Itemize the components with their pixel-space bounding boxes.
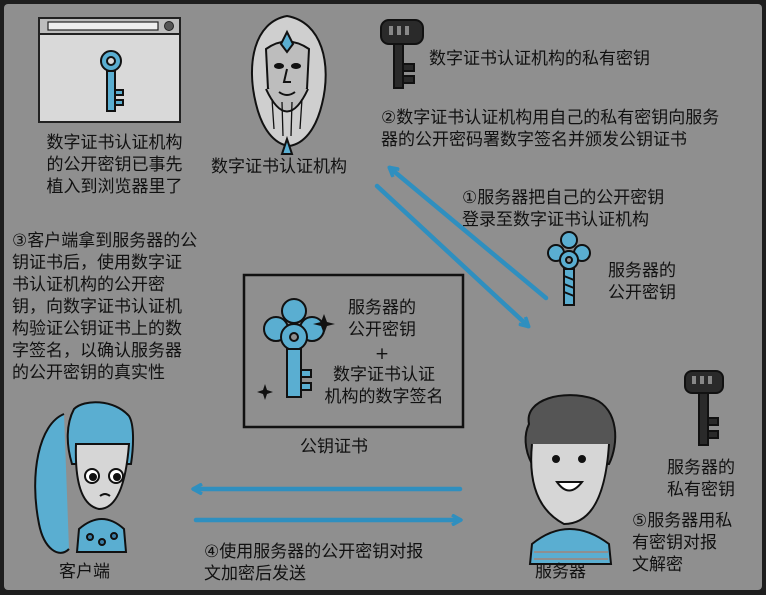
server-label: 服务器 <box>535 562 586 582</box>
cert-label: 公钥证书 <box>300 437 368 457</box>
ca-name: 数字证书认证机构 <box>211 157 347 177</box>
client-person-icon <box>34 401 135 554</box>
step2-text: ②数字证书认证机构用自己的私有密钥向服务 器的公开密码署数字签名并颁发公钥证书 <box>381 108 720 150</box>
server-public-key-label: 服务器的 公开密钥 <box>608 261 676 303</box>
diagram-canvas: 数字证书认证机构 的公开密钥已事先 植入到浏览器里了 数字证书认证机构 数字证书… <box>4 4 762 590</box>
client-label: 客户端 <box>59 562 110 582</box>
cert-content-key: 服务器的 公开密钥 <box>348 298 416 340</box>
step4-text: ④使用服务器的公开密钥对报 文加密后发送 <box>204 542 424 584</box>
browser-note: 数字证书认证机构 的公开密钥已事先 植入到浏览器里了 <box>46 133 183 197</box>
cert-content-signature: 数字证书认证 机构的数字签名 <box>324 365 444 407</box>
server-public-key-icon <box>547 231 591 306</box>
server-private-key-label: 服务器的 私有密钥 <box>667 458 735 500</box>
step1-text: ①服务器把自己的公开密钥 登录至数字证书认证机构 <box>462 188 665 230</box>
cert-plus: + <box>374 344 390 364</box>
ca-person-icon <box>250 14 327 155</box>
ca-private-key-label: 数字证书认证机构的私有密钥 <box>429 49 650 69</box>
server-private-key-icon <box>684 370 724 446</box>
step3-text: ③客户端拿到服务器的公 钥证书后，使用数字证 书认证机构的公开密 钥，向数字证书… <box>12 231 198 383</box>
ca-private-key-icon <box>380 19 424 89</box>
step5-text: ⑤服务器用私 有密钥对报 文解密 <box>632 511 733 575</box>
server-person-icon <box>524 394 617 565</box>
